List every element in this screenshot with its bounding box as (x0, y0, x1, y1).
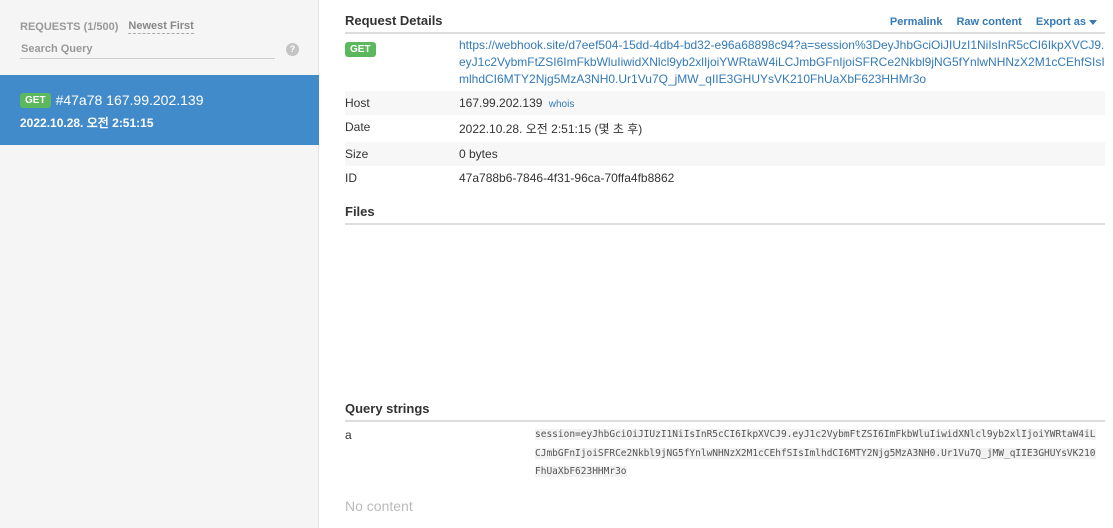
files-area (345, 225, 1105, 401)
requests-header-row: REQUESTS (1/500) Newest First (20, 20, 298, 34)
method-badge: GET (20, 92, 51, 108)
id-label: ID (345, 171, 357, 185)
export-as-dropdown[interactable]: Export as (1036, 16, 1097, 28)
date-value: 2022.10.28. 오전 2:51:15 (몇 초 후) (459, 122, 643, 136)
sidebar: REQUESTS (1/500) Newest First ? GET #47a… (0, 0, 319, 528)
main-panel: Request Details Permalink Raw content Ex… (345, 0, 1105, 514)
help-icon[interactable]: ? (286, 43, 299, 56)
request-list-item[interactable]: GET #47a78 167.99.202.139 2022.10.28. 오전… (0, 75, 319, 145)
method-badge-detail: GET (345, 42, 376, 57)
request-item-title: #47a78 167.99.202.139 (55, 92, 204, 108)
host-value-cell: 167.99.202.139 whois (459, 91, 1105, 115)
size-row: Size 0 bytes (345, 142, 1105, 166)
sort-order-toggle[interactable]: Newest First (128, 20, 194, 34)
files-title: Files (345, 204, 375, 219)
id-value: 47a788b6-7846-4f31-96ca-70ffa4fb8862 (459, 171, 675, 185)
host-value: 167.99.202.139 (459, 96, 543, 110)
export-as-label: Export as (1035, 16, 1086, 28)
request-actions: Permalink Raw content Export as (890, 16, 1105, 28)
no-content-text: No content (345, 497, 413, 514)
method-cell: GET (345, 34, 459, 91)
request-details-header: Request Details Permalink Raw content Ex… (345, 13, 1105, 34)
search-query-input[interactable] (20, 40, 275, 59)
query-key: a (345, 428, 352, 442)
sidebar-header: REQUESTS (1/500) Newest First ? (0, 0, 318, 75)
date-row: Date 2022.10.28. 오전 2:51:15 (몇 초 후) (345, 115, 1105, 142)
request-url-link[interactable]: https://webhook.site/d7eef504-15dd-4db4-… (459, 34, 1105, 91)
size-label: Size (345, 147, 369, 161)
query-value-cell: session=eyJhbGciOiJIUzI1NiIsInR5cCI6IkpX… (535, 426, 1101, 482)
files-header: Files (345, 204, 1105, 225)
requests-count-label: REQUESTS (1/500) (20, 21, 119, 33)
size-value: 0 bytes (459, 147, 498, 161)
host-row: Host 167.99.202.139 whois (345, 91, 1105, 115)
query-value: session=eyJhbGciOiJIUzI1NiIsInR5cCI6IkpX… (535, 429, 1096, 477)
request-item-time: 2022.10.28. 오전 2:51:15 (20, 116, 154, 130)
id-row: ID 47a788b6-7846-4f31-96ca-70ffa4fb8862 (345, 166, 1105, 190)
permalink-link[interactable]: Permalink (890, 16, 943, 28)
query-string-row: a session=eyJhbGciOiJIUzI1NiIsInR5cCI6Ik… (345, 422, 1105, 482)
request-details-title: Request Details (345, 13, 443, 28)
whois-link[interactable]: whois (549, 99, 575, 110)
query-strings-header: Query strings (345, 401, 1105, 422)
url-row: GET https://webhook.site/d7eef504-15dd-4… (345, 34, 1105, 91)
request-item-title-row: GET #47a78 167.99.202.139 (20, 92, 299, 108)
raw-content-link[interactable]: Raw content (956, 16, 1021, 28)
search-wrapper: ? (20, 40, 299, 59)
caret-down-icon (1089, 19, 1097, 25)
query-strings-title: Query strings (345, 401, 430, 416)
host-label: Host (345, 96, 370, 110)
date-label: Date (345, 120, 371, 134)
